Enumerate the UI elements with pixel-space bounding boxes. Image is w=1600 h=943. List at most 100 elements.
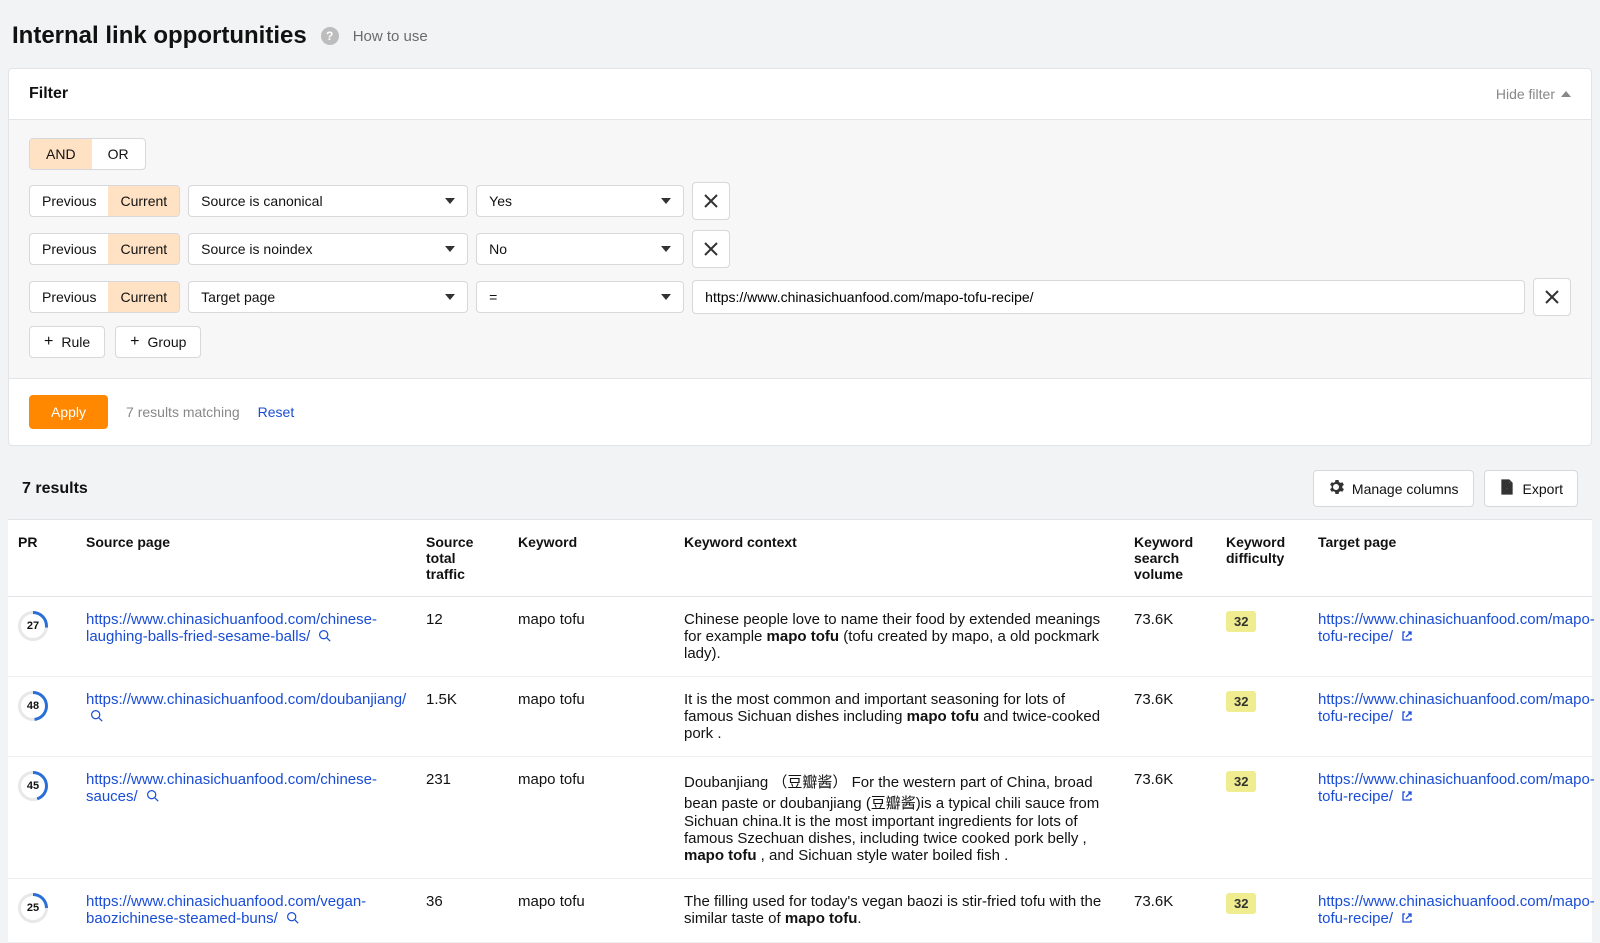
target-page-link[interactable]: https://www.chinasichuanfood.com/mapo-to… (1318, 893, 1595, 927)
results-table: PR Source page Source total traffic Keyw… (8, 519, 1592, 943)
current-option[interactable]: Current (108, 234, 179, 264)
search-icon[interactable] (286, 911, 299, 928)
col-header-keyword[interactable]: Keyword (508, 520, 674, 597)
traffic-value: 231 (416, 757, 508, 879)
previous-option[interactable]: Previous (30, 234, 108, 264)
keyword-context: It is the most common and important seas… (674, 677, 1124, 757)
chevron-down-icon (661, 294, 671, 300)
and-option[interactable]: AND (30, 139, 92, 169)
target-page-link[interactable]: https://www.chinasichuanfood.com/mapo-to… (1318, 611, 1595, 645)
filter-rule: Previous Current Target page = (29, 278, 1571, 316)
current-option[interactable]: Current (108, 282, 179, 312)
external-link-icon[interactable] (1401, 629, 1413, 646)
manage-columns-button[interactable]: Manage columns (1313, 470, 1474, 507)
col-header-traffic[interactable]: Source total traffic (416, 520, 508, 597)
keyword-difficulty-badge: 32 (1226, 691, 1256, 712)
table-row: 25 https://www.chinasichuanfood.com/vega… (8, 879, 1592, 943)
search-icon[interactable] (90, 709, 103, 726)
rule-operator-select[interactable]: Yes (476, 185, 684, 217)
traffic-value: 36 (416, 879, 508, 943)
target-page-link[interactable]: https://www.chinasichuanfood.com/mapo-to… (1318, 691, 1595, 725)
pr-ring: 45 (18, 771, 48, 801)
or-option[interactable]: OR (92, 139, 145, 169)
help-icon[interactable]: ? (321, 27, 339, 45)
current-option[interactable]: Current (108, 186, 179, 216)
add-group-label: Group (147, 334, 186, 350)
rule-operator-value: No (489, 241, 507, 257)
rule-value-input[interactable] (692, 280, 1525, 314)
target-page-link[interactable]: https://www.chinasichuanfood.com/mapo-to… (1318, 771, 1595, 805)
hide-filter-toggle[interactable]: Hide filter (1496, 86, 1571, 102)
page-title: Internal link opportunities (12, 22, 307, 50)
previous-option[interactable]: Previous (30, 186, 108, 216)
previous-current-toggle[interactable]: Previous Current (29, 233, 180, 265)
previous-option[interactable]: Previous (30, 282, 108, 312)
col-header-pr[interactable]: PR (8, 520, 76, 597)
rule-field-select[interactable]: Source is noindex (188, 233, 468, 265)
table-row: 27 https://www.chinasichuanfood.com/chin… (8, 597, 1592, 677)
rule-field-select[interactable]: Source is canonical (188, 185, 468, 217)
plus-icon: + (44, 334, 53, 350)
source-page-link[interactable]: https://www.chinasichuanfood.com/vegan-b… (86, 893, 366, 927)
remove-rule-button[interactable] (1533, 278, 1571, 316)
remove-rule-button[interactable] (692, 182, 730, 220)
chevron-down-icon (445, 198, 455, 204)
file-icon (1499, 479, 1515, 498)
reset-link[interactable]: Reset (258, 404, 295, 420)
external-link-icon[interactable] (1401, 709, 1413, 726)
source-page-link[interactable]: https://www.chinasichuanfood.com/doubanj… (86, 691, 406, 708)
filter-rule: Previous Current Source is noindex No (29, 230, 1571, 268)
add-group-button[interactable]: + Group (115, 326, 201, 358)
pr-value: 48 (21, 694, 45, 718)
search-icon[interactable] (146, 789, 159, 806)
chevron-down-icon (661, 198, 671, 204)
rule-field-select[interactable]: Target page (188, 281, 468, 313)
keyword-value: mapo tofu (508, 879, 674, 943)
and-or-toggle[interactable]: AND OR (29, 138, 146, 170)
col-header-context[interactable]: Keyword context (674, 520, 1124, 597)
keyword-difficulty-badge: 32 (1226, 771, 1256, 792)
rule-operator-select[interactable]: No (476, 233, 684, 265)
hide-filter-label: Hide filter (1496, 86, 1555, 102)
keyword-context: Chinese people love to name their food b… (674, 597, 1124, 677)
previous-current-toggle[interactable]: Previous Current (29, 185, 180, 217)
search-volume-value: 73.6K (1124, 597, 1216, 677)
keyword-context: The filling used for today's vegan baozi… (674, 879, 1124, 943)
pr-ring: 48 (18, 691, 48, 721)
keyword-difficulty-badge: 32 (1226, 893, 1256, 914)
add-rule-button[interactable]: + Rule (29, 326, 105, 358)
rule-operator-select[interactable]: = (476, 281, 684, 313)
source-page-link[interactable]: https://www.chinasichuanfood.com/chinese… (86, 611, 377, 645)
col-header-difficulty[interactable]: Keyword difficulty (1216, 520, 1308, 597)
plus-icon: + (130, 334, 139, 350)
col-header-volume[interactable]: Keyword search volume (1124, 520, 1216, 597)
how-to-use-link[interactable]: How to use (353, 28, 428, 45)
chevron-down-icon (445, 246, 455, 252)
external-link-icon[interactable] (1401, 911, 1413, 928)
keyword-context: Doubanjiang （豆瓣酱） For the western part o… (674, 757, 1124, 879)
rule-field-value: Source is noindex (201, 241, 312, 257)
chevron-down-icon (661, 246, 671, 252)
filter-panel: Filter Hide filter AND OR Previous Curre… (8, 68, 1592, 446)
search-volume-value: 73.6K (1124, 879, 1216, 943)
source-page-link[interactable]: https://www.chinasichuanfood.com/chinese… (86, 771, 377, 805)
traffic-value: 12 (416, 597, 508, 677)
export-button[interactable]: Export (1484, 470, 1578, 507)
previous-current-toggle[interactable]: Previous Current (29, 281, 180, 313)
search-icon[interactable] (318, 629, 331, 646)
table-row: 45 https://www.chinasichuanfood.com/chin… (8, 757, 1592, 879)
col-header-source[interactable]: Source page (76, 520, 416, 597)
keyword-value: mapo tofu (508, 677, 674, 757)
table-row: 48 https://www.chinasichuanfood.com/doub… (8, 677, 1592, 757)
filter-title: Filter (29, 85, 68, 103)
keyword-value: mapo tofu (508, 597, 674, 677)
keyword-difficulty-badge: 32 (1226, 611, 1256, 632)
rule-operator-value: Yes (489, 193, 512, 209)
rule-field-value: Target page (201, 289, 275, 305)
pr-ring: 25 (18, 893, 48, 923)
external-link-icon[interactable] (1401, 789, 1413, 806)
remove-rule-button[interactable] (692, 230, 730, 268)
col-header-target[interactable]: Target page (1308, 520, 1592, 597)
apply-button[interactable]: Apply (29, 395, 108, 429)
export-label: Export (1523, 481, 1563, 497)
